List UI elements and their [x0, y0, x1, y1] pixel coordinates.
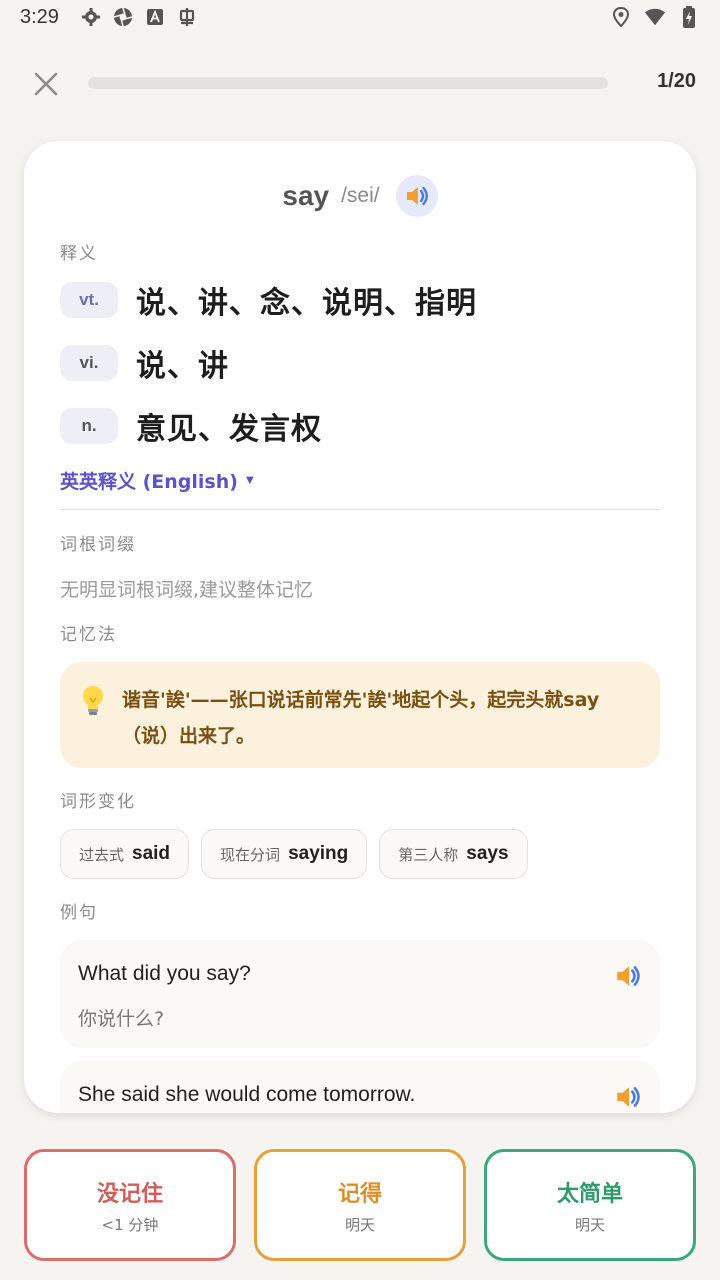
example-chinese: 你说什么?: [78, 1008, 165, 1030]
word-forms: 过去式 said 现在分词 saying 第三人称 says: [60, 829, 528, 879]
pos-badge: vi.: [60, 345, 118, 381]
mnemonic-label: 记忆法: [60, 625, 117, 645]
example-speak-button[interactable]: [614, 1083, 642, 1113]
speaker-icon: [406, 186, 428, 206]
battery-charging-icon: [678, 6, 700, 28]
forgot-button-label: 没记住: [96, 1181, 163, 1207]
easy-button[interactable]: 太简单 明天: [484, 1149, 696, 1261]
aperture-icon: [112, 6, 134, 28]
forms-label: 词形变化: [60, 792, 136, 812]
close-button[interactable]: [28, 66, 64, 102]
forgot-button[interactable]: 没记住 <1 分钟: [24, 1149, 236, 1261]
form-value: saying: [288, 843, 349, 864]
font-a-icon: [144, 6, 166, 28]
remember-button-label: 记得: [337, 1181, 382, 1207]
definition-label: 释义: [60, 244, 98, 264]
easy-button-interval: 明天: [574, 1215, 605, 1234]
form-value: says: [466, 843, 509, 864]
example-speak-button[interactable]: [614, 962, 642, 994]
remember-button-interval: 明天: [344, 1215, 375, 1234]
example-item: What did you say? 你说什么?: [60, 940, 660, 1048]
divider: [60, 509, 660, 510]
form-label: 过去式: [79, 845, 125, 864]
close-icon: [34, 72, 58, 96]
word-text: say: [282, 180, 330, 211]
speaker-icon: [617, 1087, 640, 1107]
definition-row-vi: vi. 说、讲: [60, 341, 229, 385]
status-icons-right: [610, 6, 700, 28]
remember-button[interactable]: 记得 明天: [254, 1149, 466, 1261]
word-speak-button[interactable]: [395, 175, 438, 217]
form-value: said: [132, 843, 171, 864]
mnemonic-box: 谐音'誒'——张口说话前常先'誒'地起个头，起完头就say（说）出来了。: [60, 662, 660, 768]
roots-text: 无明显词根词缀,建议整体记忆: [60, 579, 314, 601]
definition-text: 说、讲、念、说明、指明: [136, 286, 477, 321]
mnemonic-text: 谐音'誒'——张口说话前常先'誒'地起个头，起完头就say（说）出来了。: [122, 689, 600, 747]
definition-row-vt: vt. 说、讲、念、说明、指明: [60, 278, 477, 322]
example-english: What did you say?: [78, 962, 251, 985]
word-header: say /sei/: [60, 175, 660, 217]
form-label: 第三人称: [398, 845, 459, 864]
progress-counter: 1/20: [657, 70, 696, 92]
roots-label: 词根词缀: [60, 535, 136, 555]
bug-icon: [176, 6, 198, 28]
gear-icon: [80, 6, 102, 28]
form-chip-past: 过去式 said: [60, 829, 190, 879]
form-label: 现在分词: [220, 845, 281, 864]
example-item: She said she would come tomorrow.: [60, 1061, 660, 1113]
example-english: She said she would come tomorrow.: [78, 1083, 416, 1106]
progress-bar: [88, 77, 608, 89]
lightbulb-icon: [80, 684, 106, 720]
wifi-icon: [644, 6, 666, 28]
english-definition-toggle[interactable]: 英英释义 (English) ▼: [60, 467, 254, 494]
examples-label: 例句: [60, 903, 98, 923]
pos-badge: vt.: [60, 282, 118, 318]
easy-button-label: 太简单: [556, 1181, 623, 1207]
pos-badge: n.: [60, 408, 118, 444]
definition-row-n: n. 意见、发言权: [60, 404, 322, 448]
phonetic-text: /sei/: [341, 184, 380, 207]
status-bar: 3:29: [0, 0, 720, 40]
forgot-button-interval: <1 分钟: [101, 1215, 159, 1234]
word-card: say /sei/ 释义 vt. 说、讲、念、说明、指明 vi. 说、讲 n. …: [24, 141, 696, 1113]
speaker-icon: [617, 966, 640, 986]
definition-text: 意见、发言权: [136, 412, 322, 447]
caret-down-icon: ▼: [245, 475, 254, 486]
status-time: 3:29: [20, 6, 59, 28]
form-chip-present-participle: 现在分词 saying: [201, 829, 368, 879]
definition-text: 说、讲: [136, 349, 229, 384]
english-toggle-label: 英英释义 (English): [60, 471, 238, 493]
location-icon: [610, 6, 632, 28]
form-chip-third-person: 第三人称 says: [379, 829, 528, 879]
status-icons-left: [80, 6, 198, 28]
